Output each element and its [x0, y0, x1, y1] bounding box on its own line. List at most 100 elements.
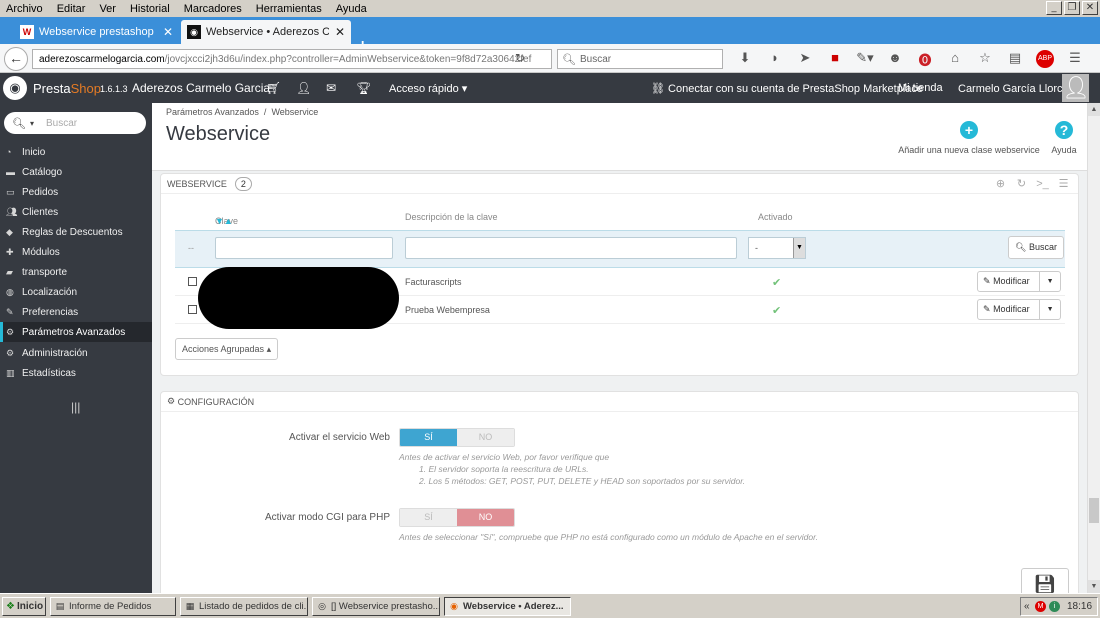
customer-icon[interactable]: 👤︎: [296, 81, 326, 95]
breadcrumb-item[interactable]: Webservice: [271, 107, 318, 117]
add-webservice-button[interactable]: + Añadir una nueva clase webservice: [894, 121, 1044, 155]
menu-marcadores[interactable]: Marcadores: [177, 3, 249, 15]
save-button[interactable]: 💾︎: [1021, 568, 1069, 593]
sidebar-item-reglas[interactable]: ◆ Reglas de Descuentos: [0, 222, 152, 242]
sidebar-item-modulos[interactable]: ✚ Módulos: [0, 242, 152, 262]
database-icon[interactable]: ☰: [1053, 176, 1074, 192]
envelope-icon[interactable]: ✉: [326, 81, 356, 95]
pinterest-icon[interactable]: ⓿: [910, 50, 940, 69]
refresh-icon[interactable]: ↻: [1011, 176, 1032, 192]
extension-icon[interactable]: ✎▾: [850, 50, 880, 69]
sidebar-item-catalogo[interactable]: ▬ Catálogo: [0, 162, 152, 182]
sidebar-item-clientes[interactable]: 👥︎ Clientes: [0, 202, 152, 222]
home-icon[interactable]: ⌂: [940, 50, 970, 69]
tab-webservice-prestashop[interactable]: W Webservice prestashop 1.6.1... ✕: [14, 20, 179, 44]
hamburger-menu-icon[interactable]: ☰: [1060, 50, 1090, 69]
sidebar-item-inicio[interactable]: ◔ Inicio: [0, 142, 152, 162]
pocket-icon[interactable]: ◗: [760, 50, 790, 69]
reload-icon[interactable]: ↻: [515, 51, 525, 65]
marketplace-link[interactable]: ⛓ Conectar con su cuenta de PrestaShop M…: [651, 82, 923, 95]
minimize-icon[interactable]: _: [1046, 1, 1062, 15]
sidebar-item-parametros-avanzados[interactable]: ⚙ Parámetros Avanzados: [0, 322, 152, 342]
chat-icon[interactable]: ☻: [880, 50, 910, 69]
webservice-toggle[interactable]: SÍ NO: [399, 428, 515, 447]
taskbar-item[interactable]: ▦ Listado de pedidos de cli...: [180, 597, 308, 616]
bulk-actions-button[interactable]: Acciones Agrupadas ▴: [175, 338, 279, 360]
check-icon[interactable]: ✔: [772, 276, 781, 289]
sidebar-search-input[interactable]: 🔍︎ ▾ Buscar: [4, 112, 146, 134]
scroll-down-icon[interactable]: ▼: [1088, 580, 1100, 593]
taskbar-item[interactable]: ◉ Webservice • Aderez...: [444, 597, 571, 616]
restore-icon[interactable]: ❐: [1064, 1, 1080, 15]
my-store-link[interactable]: Mi tienda: [898, 82, 943, 94]
info-icon[interactable]: i: [1049, 601, 1060, 612]
download-icon[interactable]: ⬇: [730, 50, 760, 69]
store-name[interactable]: Aderezos Carmelo Garcia: [132, 81, 270, 95]
search-button[interactable]: 🔍︎ Buscar: [1008, 236, 1064, 259]
close-window-icon[interactable]: ✕: [1082, 1, 1098, 15]
caret-down-icon[interactable]: ▼: [1040, 306, 1060, 313]
browser-search-input[interactable]: 🔍︎ Buscar: [557, 49, 723, 69]
caret-down-icon[interactable]: ▾: [30, 119, 34, 128]
menu-ver[interactable]: Ver: [92, 3, 123, 15]
close-tab-icon[interactable]: ✕: [163, 25, 173, 39]
page-scrollbar[interactable]: ▲ ▼: [1087, 103, 1100, 593]
sidebar-item-localizacion[interactable]: ◍ Localización: [0, 282, 152, 302]
help-button[interactable]: ? Ayuda: [1047, 121, 1081, 155]
floppy-disk-icon: 💾︎: [1033, 574, 1057, 593]
sidebar-item-estadisticas[interactable]: ▥ Estadísticas: [0, 363, 152, 383]
menu-editar[interactable]: Editar: [50, 3, 93, 15]
sql-terminal-icon[interactable]: >_: [1032, 176, 1053, 192]
add-new-icon[interactable]: ⊕: [990, 176, 1011, 192]
cgi-mode-toggle[interactable]: SÍ NO: [399, 508, 515, 527]
tab-webservice-aderezos[interactable]: ◉ Webservice • Aderezos Carm... ✕: [181, 20, 351, 44]
sidebar-item-pedidos[interactable]: ▭ Pedidos: [0, 182, 152, 202]
sidebar-item-label: Pedidos: [22, 186, 59, 198]
reading-list-icon[interactable]: ▤: [1000, 50, 1030, 69]
trophy-icon[interactable]: 🏆︎: [356, 81, 386, 95]
description-filter-input[interactable]: [405, 237, 737, 259]
send-icon[interactable]: ➤: [790, 50, 820, 69]
start-button[interactable]: ❖ Inicio: [2, 597, 46, 616]
sidebar-item-transporte[interactable]: ▰ transporte: [0, 262, 152, 282]
row-checkbox[interactable]: [188, 305, 197, 314]
tray-expand-icon[interactable]: «: [1024, 598, 1030, 615]
toggle-no[interactable]: NO: [457, 509, 514, 526]
menu-ayuda[interactable]: Ayuda: [329, 3, 374, 15]
close-tab-icon[interactable]: ✕: [335, 25, 345, 39]
sidebar-collapse-icon[interactable]: |||: [71, 400, 80, 414]
row-checkbox[interactable]: [188, 277, 197, 286]
bookmark-star-icon[interactable]: ☆: [970, 50, 1000, 69]
quick-access-menu[interactable]: Acceso rápido ▾: [389, 82, 467, 95]
adblock-icon[interactable]: ABP: [1036, 50, 1054, 68]
menu-herramientas[interactable]: Herramientas: [249, 3, 329, 15]
menu-historial[interactable]: Historial: [123, 3, 177, 15]
edit-button[interactable]: ✎ Modificar ▼: [977, 299, 1061, 320]
user-menu[interactable]: Carmelo García Llorca ▾: [958, 82, 1077, 95]
avatar[interactable]: 👤︎: [1062, 74, 1090, 102]
mail-icon[interactable]: M: [1035, 601, 1046, 612]
toggle-yes[interactable]: SÍ: [400, 429, 457, 446]
edit-button[interactable]: ✎ Modificar ▼: [977, 271, 1061, 292]
scroll-up-icon[interactable]: ▲: [1088, 103, 1100, 116]
sidebar-item-preferencias[interactable]: ✎ Preferencias: [0, 302, 152, 322]
addon-icon[interactable]: ■: [820, 50, 850, 69]
prestashop-logo-icon[interactable]: ◉: [3, 76, 27, 100]
check-icon[interactable]: ✔: [772, 304, 781, 317]
caret-down-icon[interactable]: ▼: [1040, 278, 1060, 285]
taskbar-item[interactable]: ◎ [] Webservice prestasho...: [312, 597, 440, 616]
url-bar[interactable]: aderezoscarmelogarcia.com/jovcjxcci2jh3d…: [32, 49, 552, 69]
taskbar-item[interactable]: ▤ Informe de Pedidos: [50, 597, 176, 616]
breadcrumb-item[interactable]: Parámetros Avanzados: [166, 107, 259, 117]
scroll-thumb[interactable]: [1089, 498, 1099, 523]
menu-archivo[interactable]: Archivo: [0, 3, 50, 15]
toggle-yes[interactable]: SÍ: [400, 509, 457, 526]
sidebar-item-administracion[interactable]: ⚙ Administración: [0, 343, 152, 363]
truck-icon: ▰: [6, 266, 13, 277]
back-arrow-icon[interactable]: ←: [4, 47, 28, 71]
sort-arrows-icon[interactable]: ▼▲: [215, 216, 233, 226]
active-filter-select[interactable]: - ▼: [748, 237, 806, 259]
cart-icon[interactable]: 🛒︎: [266, 81, 296, 95]
key-filter-input[interactable]: [215, 237, 393, 259]
toggle-no[interactable]: NO: [457, 429, 514, 446]
